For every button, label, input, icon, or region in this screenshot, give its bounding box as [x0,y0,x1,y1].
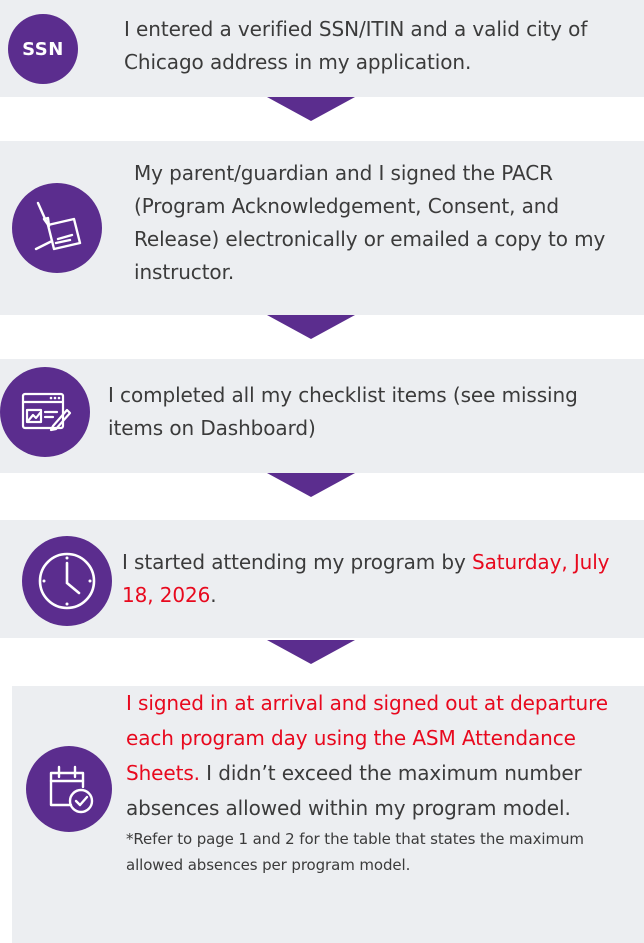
ssn-badge-icon: SSN [8,14,78,84]
flow-arrow-4 [267,640,355,664]
step-4-text: I started attending my program by Saturd… [122,546,644,612]
flow-arrow-2 [267,315,355,339]
clock-icon [22,536,112,626]
flow-arrow-3 [267,473,355,497]
step-4-box: I started attending my program by Saturd… [0,520,644,638]
step-5-box: I signed in at arrival and signed out at… [12,686,644,943]
ssn-badge-label: SSN [22,38,64,60]
flow-arrow-1 [267,97,355,121]
step-1-box: SSN I entered a verified SSN/ITIN and a … [0,0,644,97]
calendar-check-icon [26,746,112,832]
step-3-text: I completed all my checklist items (see … [108,383,578,440]
step-5-text: I signed in at arrival and signed out at… [126,686,642,878]
step-4-text-suffix: . [210,583,217,607]
absence-policy-note: *Refer to page 1 and 2 for the table tha… [126,830,584,874]
signature-document-icon [12,183,102,273]
step-1-text: I entered a verified SSN/ITIN and a vali… [124,17,588,74]
checklist-window-icon [0,367,90,457]
step-2-box: My parent/guardian and I signed the PACR… [0,141,644,315]
step-3-box: I completed all my checklist items (see … [0,359,644,473]
step-4-text-prefix: I started attending my program by [122,550,472,574]
step-2-text: My parent/guardian and I signed the PACR… [134,161,606,284]
